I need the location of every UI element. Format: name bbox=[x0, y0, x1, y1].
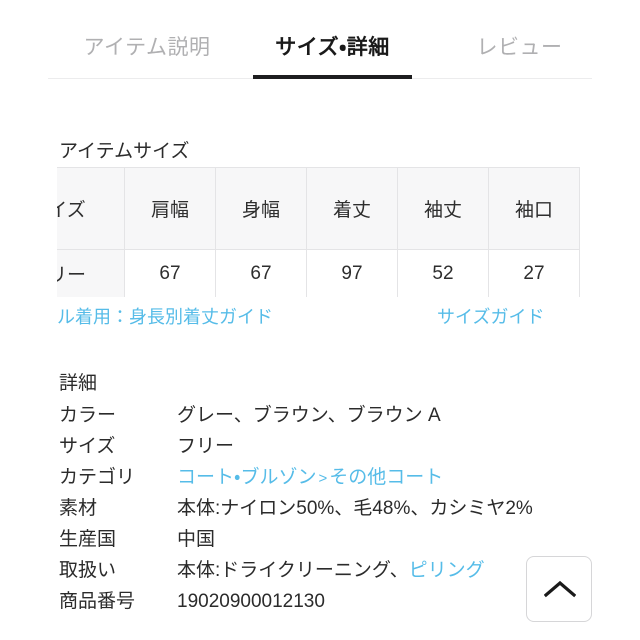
detail-label-category: カテゴリ bbox=[59, 467, 136, 488]
detail-value-color: グレー、ブラウン、ブラウン A bbox=[177, 405, 441, 426]
care-instruction-text: 本体:ドライクリーニング、 bbox=[177, 560, 409, 581]
item-size-heading: アイテムサイズ bbox=[59, 141, 190, 162]
scroll-to-top-button[interactable] bbox=[526, 556, 592, 622]
detail-row-material: 素材 本体:ナイロン50%、毛48%、カシミヤ2% bbox=[59, 493, 619, 524]
detail-label-country: 生産国 bbox=[59, 529, 117, 550]
column-header-cuff: 袖口 bbox=[488, 167, 580, 250]
category-link-parent[interactable]: コート・ブルゾン bbox=[177, 467, 316, 488]
detail-row-category: カテゴリ コート・ブルゾン > その他コート bbox=[59, 462, 619, 493]
detail-label-size: サイズ bbox=[59, 436, 116, 457]
active-tab-indicator bbox=[253, 75, 412, 79]
cell-length: 97 bbox=[306, 249, 398, 297]
column-header-size: イズ bbox=[57, 167, 125, 250]
detail-value-country: 中国 bbox=[177, 529, 216, 550]
tab-item-description[interactable]: アイテム説明 bbox=[52, 32, 242, 64]
detail-value-material: 本体:ナイロン50%、毛48%、カシミヤ2% bbox=[177, 498, 533, 519]
detail-value-care: 本体:ドライクリーニング、ピリング bbox=[177, 555, 485, 586]
cell-shoulder: 67 bbox=[124, 249, 216, 297]
category-separator: > bbox=[318, 470, 328, 487]
table-row: リー 67 67 97 52 27 bbox=[57, 249, 580, 297]
detail-row-country: 生産国 中国 bbox=[59, 524, 619, 555]
detail-label-material: 素材 bbox=[59, 498, 98, 519]
row-header-free: リー bbox=[57, 249, 125, 297]
category-link-child[interactable]: その他コート bbox=[329, 467, 443, 488]
cell-sleeve: 52 bbox=[397, 249, 489, 297]
detail-value-size: フリー bbox=[177, 436, 235, 457]
size-guide-link[interactable]: サイズガイド bbox=[437, 303, 544, 329]
size-table: イズ 肩幅 身幅 着丈 袖丈 袖口 リー 67 67 97 52 27 bbox=[57, 167, 580, 297]
detail-row-color: カラー グレー、ブラウン、ブラウン A bbox=[59, 400, 619, 431]
detail-value-category: コート・ブルゾン > その他コート bbox=[177, 462, 443, 494]
pilling-link[interactable]: ピリング bbox=[409, 560, 485, 581]
detail-label-care: 取扱い bbox=[59, 560, 117, 581]
column-header-bodywidth: 身幅 bbox=[215, 167, 307, 250]
table-header-row: イズ 肩幅 身幅 着丈 袖丈 袖口 bbox=[57, 167, 580, 250]
column-header-sleeve: 袖丈 bbox=[397, 167, 489, 250]
tab-review[interactable]: レビュー bbox=[432, 32, 607, 64]
detail-label-color: カラー bbox=[59, 405, 117, 426]
detail-value-product-number: 19020900012130 bbox=[177, 591, 325, 612]
cell-bodywidth: 67 bbox=[215, 249, 307, 297]
model-height-guide-link[interactable]: ル着用：身長別着丈ガイド bbox=[57, 303, 273, 329]
tab-bar: アイテム説明 サイズ・詳細 レビュー bbox=[0, 0, 640, 80]
size-table-scroll-container[interactable]: イズ 肩幅 身幅 着丈 袖丈 袖口 リー 67 67 97 52 27 bbox=[57, 167, 580, 297]
detail-row-size: サイズ フリー bbox=[59, 431, 619, 462]
cell-cuff: 27 bbox=[488, 249, 580, 297]
tab-size-detail[interactable]: サイズ・詳細 bbox=[245, 32, 420, 64]
column-header-length: 着丈 bbox=[306, 167, 398, 250]
column-header-shoulder: 肩幅 bbox=[124, 167, 216, 250]
detail-label-product-number: 商品番号 bbox=[59, 591, 136, 612]
detail-heading: 詳細 bbox=[59, 373, 98, 394]
